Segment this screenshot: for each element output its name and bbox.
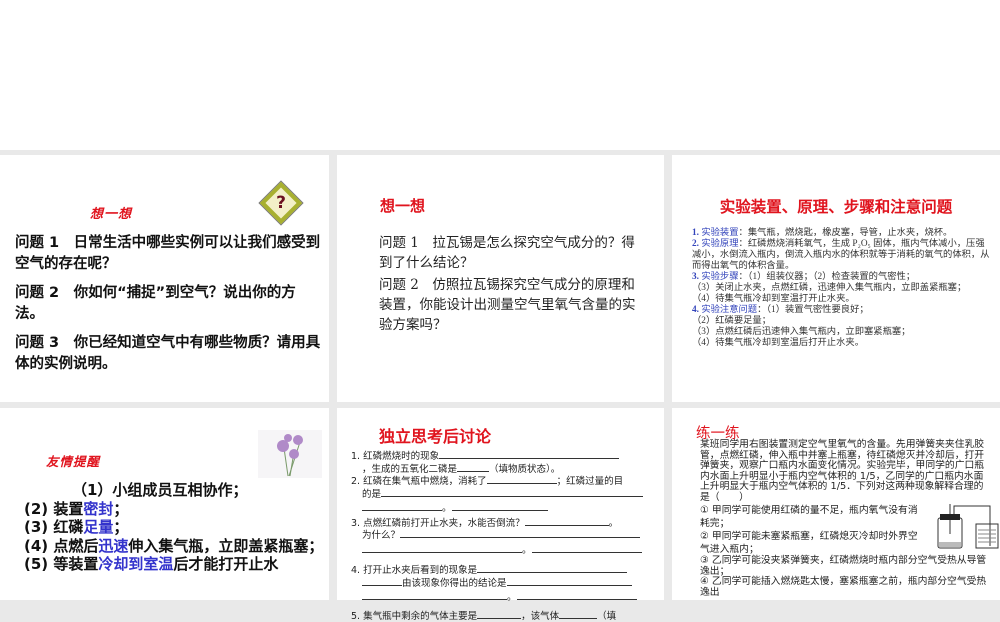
exercise-body: 某班同学用右图装置测定空气里氧气的含量。先用弹簧夹夹住乳胶管，点燃红磷，伸入瓶中… [700, 439, 985, 503]
slide-thumbnail-5[interactable]: 独立思考后讨论 1. 红磷燃烧时的现象 ，生成的五氧化二磷是 （填物质状态）。 2… [337, 408, 664, 621]
list-item: 3. 实验步骤：（1）组装仪器；（2）检查装置的气密性； [692, 272, 916, 282]
list-item: 2. 实验原理：红磷燃烧消耗氧气，生成 P₂O₅ 固体，瓶内气体减小，压强减小，… [692, 239, 990, 271]
question-2: 问题 2 仿照拉瓦锡探究空气成分的原理和装置，你能设计出测量空气里氧气含量的实验… [379, 277, 636, 333]
slide-title: 独立思考后讨论 [379, 427, 492, 446]
list-item: （4）待集气瓶冷却到室温打开止水夹。 [692, 294, 855, 304]
option-2: ② 甲同学可能未塞紧瓶塞，红磷熄灭冷却时外界空气进入瓶内； [700, 531, 918, 555]
slide-thumbnail-1[interactable]: 想一想 ? 问题 1 日常生活中哪些实例可以让我们感受到空气的存在呢？ 问题 2… [0, 155, 329, 402]
flower-image [258, 430, 322, 478]
list-item: （2）红磷要足量； [692, 316, 772, 326]
question-1: 问题 1 日常生活中哪些实例可以让我们感受到空气的存在呢？ [15, 235, 321, 272]
slide-thumbnail-3[interactable]: 实验装置、原理、步骤和注意问题 1. 实验装置：集气瓶，燃烧匙，橡皮塞，导管，止… [672, 155, 1000, 402]
question-mark-icon: ? [259, 181, 303, 225]
apparatus-diagram-icon [937, 504, 999, 549]
tip-3: (3) 红磷足量； [24, 518, 129, 536]
tip-2: (2) 装置密封； [24, 499, 129, 518]
list-item: （3）点燃红磷后迅速伸入集气瓶内，立即塞紧瓶塞； [692, 327, 911, 337]
list-item: 1. 实验装置：集气瓶，燃烧匙，橡皮塞，导管，止水夹，烧杯。 [692, 228, 953, 238]
slide-title: 想一想 [90, 207, 133, 222]
discussion-questions: 1. 红磷燃烧时的现象 ，生成的五氧化二磷是 （填物质状态）。 2. 红磷在集气瓶… [351, 450, 659, 622]
list-item: 4. 实验注意问题：（1）装置气密性要良好； [692, 305, 869, 315]
slide-title: 友情提醒 [46, 454, 101, 469]
question-2: 问题 2 你如何“捕捉”到空气？说出你的方法。 [15, 285, 296, 322]
slide-title: 实验装置、原理、步骤和注意问题 [719, 198, 953, 216]
slide-thumbnail-2[interactable]: 想一想 问题 1 拉瓦锡是怎么探究空气成分的？得到了什么结论？ 问题 2 仿照拉… [337, 155, 664, 402]
slide-thumbnail-6[interactable]: 练一练 某班同学用右图装置测定空气里氧气的含量。先用弹簧夹夹住乳胶管，点燃红磷，… [672, 408, 1000, 600]
slide-thumbnail-4[interactable]: 友情提醒 （1）小组成员互相协作； (2) 装置密封； (3) 红磷足量； (4… [0, 408, 329, 600]
option-3: ③ 乙同学可能没夹紧弹簧夹，红磷燃烧时瓶内部分空气受热从导管逸出； [700, 555, 987, 577]
list-item: （3）关闭止水夹，点燃红磷，迅速伸入集气瓶内，立即盖紧瓶塞； [692, 283, 967, 293]
tip-1: （1）小组成员互相协作； [72, 481, 248, 499]
blank-header-area [0, 0, 1000, 150]
list-item: （4）待集气瓶冷却到室温后打开止水夹。 [692, 338, 864, 348]
tip-5: (5) 等装置冷却到室温后才能打开止水 [24, 555, 279, 573]
question-1: 问题 1 拉瓦锡是怎么探究空气成分的？得到了什么结论？ [379, 235, 635, 271]
option-1: ① 甲同学可能使用红磷的量不足，瓶内氧气没有消耗完； [700, 505, 918, 529]
slide-title: 想一想 [380, 197, 426, 215]
question-3: 问题 3 你已经知道空气中有哪些物质？请用具体的实例说明。 [15, 335, 321, 372]
tip-4: (4) 点燃后迅速伸入集气瓶，立即盖紧瓶塞； [24, 536, 324, 555]
experiment-list: 1. 实验装置：集气瓶，燃烧匙，橡皮塞，导管，止水夹，烧杯。 2. 实验原理：红… [692, 228, 990, 349]
option-4: ④ 乙同学可能插入燃烧匙太慢，塞紧瓶塞之前，瓶内部分空气受热逸出 [700, 576, 987, 598]
